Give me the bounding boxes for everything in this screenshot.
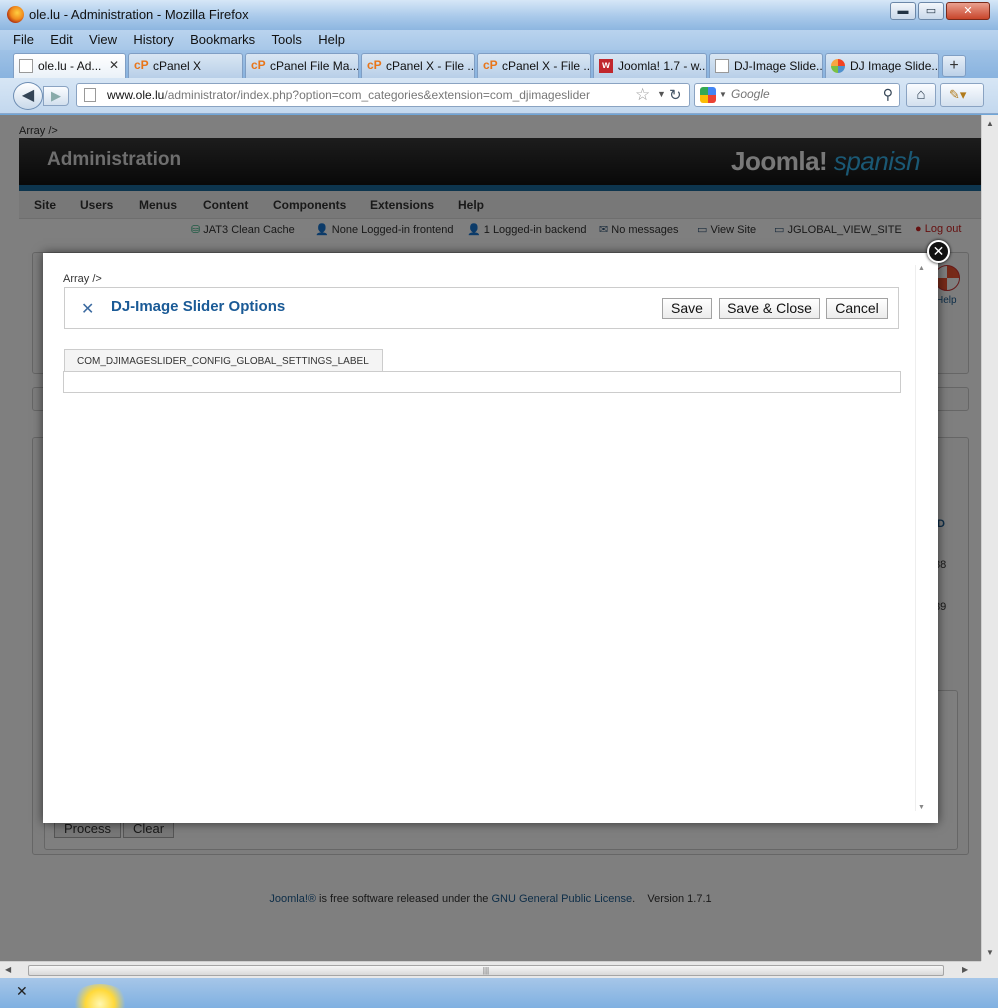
horizontal-scrollbar[interactable]: ◀ ||| ▶: [0, 961, 981, 978]
window-controls: ▬ ▭ ✕: [890, 2, 990, 20]
url-text[interactable]: www.ole.lu/administrator/index.php?optio…: [107, 88, 590, 102]
browser-tab[interactable]: cP cPanel X - File ...: [477, 53, 591, 78]
modal-toolbar: ✕ DJ-Image Slider Options Save Save & Cl…: [64, 287, 899, 329]
tab-global-settings[interactable]: COM_DJIMAGESLIDER_CONFIG_GLOBAL_SETTINGS…: [64, 349, 383, 372]
browser-tab[interactable]: DJ Image Slide...: [825, 53, 939, 78]
browser-tab[interactable]: w Joomla! 1.7 - w...: [593, 53, 707, 78]
cpanel-icon: cP: [483, 58, 498, 72]
back-arrow-icon: ◀: [21, 87, 35, 104]
bookmark-star-icon[interactable]: ☆: [635, 85, 650, 105]
scroll-down-icon[interactable]: ▼: [986, 948, 994, 957]
url-host: www.ole.lu: [107, 88, 165, 102]
search-engine-dropdown-icon[interactable]: ▼: [719, 90, 727, 99]
search-box[interactable]: ▼ ⚲: [694, 83, 900, 107]
menu-bar: File Edit View History Bookmarks Tools H…: [0, 30, 998, 50]
navigation-toolbar: ◀ ▶ www.ole.lu/administrator/index.php?o…: [0, 78, 998, 114]
new-tab-button[interactable]: +: [942, 55, 966, 77]
scroll-left-icon[interactable]: ◀: [5, 965, 11, 974]
window-title: ole.lu - Administration - Mozilla Firefo…: [29, 7, 249, 22]
cancel-button[interactable]: Cancel: [826, 298, 888, 319]
browser-status-bar: ✕: [0, 978, 998, 1008]
browser-tab[interactable]: cP cPanel X: [128, 53, 243, 78]
vertical-scrollbar[interactable]: ▲ ▼: [981, 115, 998, 961]
tab-label: cPanel X - File ...: [502, 59, 591, 73]
cpanel-icon: cP: [134, 58, 149, 72]
horizontal-scroll-thumb[interactable]: |||: [28, 965, 944, 976]
minimize-button[interactable]: ▬: [890, 2, 916, 20]
browser-tab[interactable]: cP cPanel File Ma...: [245, 53, 359, 78]
tab-bar: ole.lu - Ad... ✕ cP cPanel X cP cPanel F…: [0, 50, 998, 78]
browser-tab[interactable]: DJ-Image Slide...: [709, 53, 823, 78]
cpanel-icon: cP: [367, 58, 382, 72]
browser-tab[interactable]: cP cPanel X - File ...: [361, 53, 475, 78]
joomla-icon: [831, 59, 845, 73]
scroll-down-icon[interactable]: ▼: [918, 804, 925, 811]
search-icon[interactable]: ⚲: [883, 86, 893, 103]
home-icon: ⌂: [916, 86, 926, 103]
cpanel-icon: cP: [251, 58, 266, 72]
tab-label: DJ Image Slide...: [850, 59, 939, 73]
close-findbar-icon[interactable]: ✕: [16, 983, 28, 1000]
menu-tools[interactable]: Tools: [272, 32, 302, 47]
menu-help[interactable]: Help: [318, 32, 345, 47]
addon-icon: ✎▾: [949, 87, 967, 102]
save-close-button[interactable]: Save & Close: [719, 298, 820, 319]
tab-close-icon[interactable]: ✕: [109, 58, 119, 72]
forward-button[interactable]: ▶: [43, 86, 69, 106]
w-icon: w: [599, 59, 613, 73]
menu-view[interactable]: View: [89, 32, 117, 47]
scroll-up-icon[interactable]: ▲: [986, 119, 994, 128]
tab-label: Joomla! 1.7 - w...: [618, 59, 707, 73]
addon-button[interactable]: ✎▾: [940, 83, 984, 107]
firefox-icon: [7, 6, 24, 23]
save-button[interactable]: Save: [662, 298, 712, 319]
scroll-right-icon[interactable]: ▶: [962, 965, 968, 974]
modal-scrollbar[interactable]: ▲ ▼: [915, 265, 927, 811]
tab-label: DJ-Image Slide...: [734, 59, 823, 73]
page-icon: [715, 59, 729, 73]
wrench-icon: ✕: [81, 301, 95, 318]
history-dropdown-icon[interactable]: ▼: [657, 89, 666, 99]
site-identity-icon: [84, 88, 96, 102]
tab-label: cPanel File Ma...: [270, 59, 359, 73]
google-icon[interactable]: [700, 87, 716, 103]
url-path: /administrator/index.php?option=com_cate…: [164, 88, 590, 102]
browser-tab-active[interactable]: ole.lu - Ad... ✕: [13, 53, 126, 78]
menu-history[interactable]: History: [133, 32, 173, 47]
window-titlebar: ole.lu - Administration - Mozilla Firefo…: [0, 0, 998, 30]
close-window-button[interactable]: ✕: [946, 2, 990, 20]
theme-decoration: [70, 984, 130, 1008]
menu-bookmarks[interactable]: Bookmarks: [190, 32, 255, 47]
back-button[interactable]: ◀: [13, 82, 43, 110]
url-bar[interactable]: www.ole.lu/administrator/index.php?optio…: [76, 83, 690, 107]
back-forward-group: ◀ ▶: [13, 82, 69, 110]
home-button[interactable]: ⌂: [906, 83, 936, 107]
tab-label: cPanel X - File ...: [386, 59, 475, 73]
search-input[interactable]: [731, 87, 871, 101]
page-icon: [19, 59, 33, 73]
menu-edit[interactable]: Edit: [50, 32, 72, 47]
options-modal: Array /> ✕ DJ-Image Slider Options Save …: [43, 253, 938, 823]
tab-panel: [63, 371, 901, 393]
maximize-button[interactable]: ▭: [918, 2, 944, 20]
tab-label: ole.lu - Ad...: [38, 59, 102, 73]
modal-close-button[interactable]: ✕: [927, 240, 950, 263]
tab-label: cPanel X: [153, 59, 202, 73]
modal-array-text: Array />: [63, 273, 102, 285]
forward-arrow-icon: ▶: [51, 88, 61, 103]
reload-icon[interactable]: ↻: [669, 86, 682, 104]
page-viewport: Array /> Administration Joomla! spanish …: [0, 115, 981, 961]
scroll-up-icon[interactable]: ▲: [918, 265, 925, 272]
modal-title: DJ-Image Slider Options: [111, 298, 286, 315]
menu-file[interactable]: File: [13, 32, 34, 47]
scroll-corner: [981, 961, 998, 978]
